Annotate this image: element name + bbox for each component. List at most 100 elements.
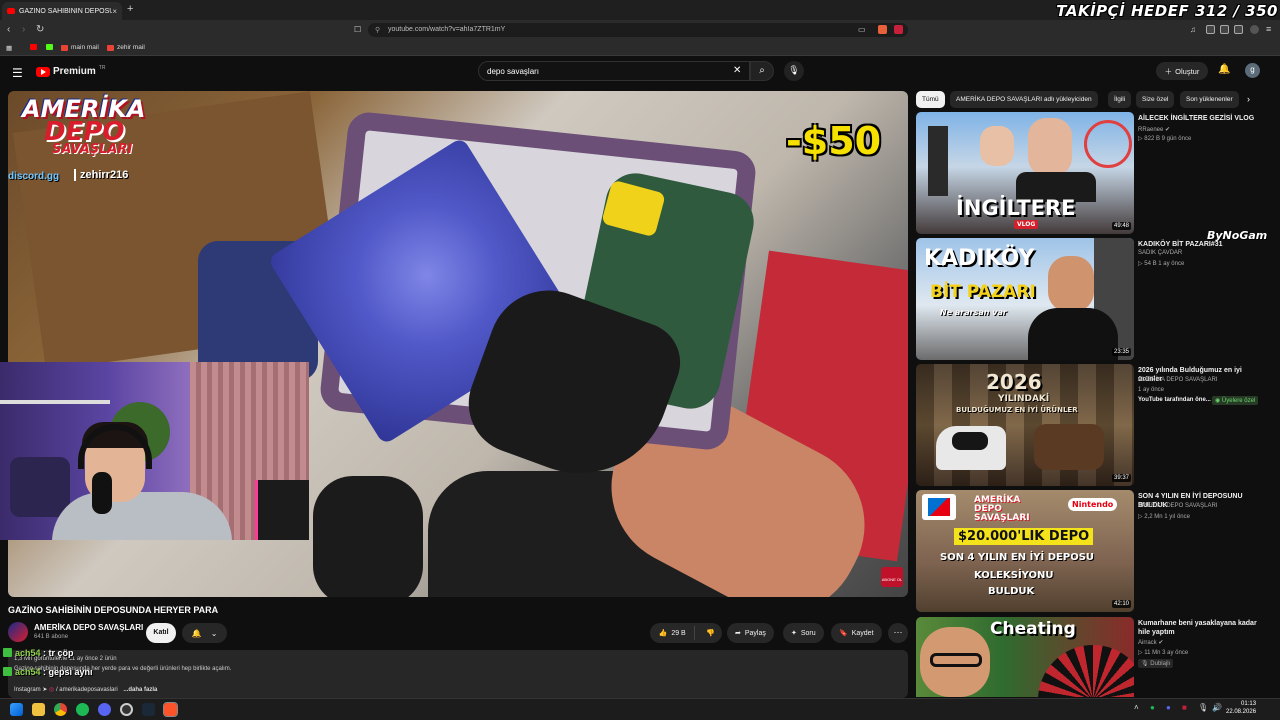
video-thumbnail[interactable]: AMERİKA DEPO SAVAŞLARI Nintendo $20.000'…	[916, 490, 1134, 612]
brave-browser-icon[interactable]	[163, 702, 178, 717]
spotify-icon[interactable]	[76, 703, 89, 716]
tray-discord-icon[interactable]: ●	[1166, 703, 1171, 712]
video-duration: 49:48	[1111, 222, 1131, 230]
tray-spotify-icon[interactable]: ●	[1150, 703, 1155, 712]
youtube-premium-logo[interactable]: Premium TR	[36, 65, 105, 77]
browser-menu-icon[interactable]: ≡	[1266, 24, 1271, 34]
rewards-icon[interactable]	[894, 25, 903, 34]
subscriber-count: 641 B abone	[34, 634, 69, 640]
video-thumbnail[interactable]: KADIKÖY BİT PAZARI Ne ararsan var 23:35	[916, 238, 1134, 360]
streamer-handle-overlay: zehirr216	[74, 169, 128, 181]
video-thumbnail[interactable]: İNGİLTERE VLOG 49:48	[916, 112, 1134, 234]
recommended-video[interactable]: 2026 YILINDAKİ BULDUĞUMUZ EN İYİ ÜRÜNLER…	[916, 364, 1266, 488]
chat-message: ach54 : gepsi aynı	[3, 667, 93, 677]
bookmark-zehir-mail[interactable]: zehir mail	[107, 44, 145, 51]
forward-icon[interactable]: ›	[22, 24, 25, 35]
video-thumbnail[interactable]: 2026 YILINDAKİ BULDUĞUMUZ EN İYİ ÜRÜNLER…	[916, 364, 1134, 486]
extensions-icon[interactable]	[1220, 25, 1229, 34]
video-title[interactable]: KADIKÖY BİT PAZARI#31	[1138, 240, 1266, 249]
voice-search-button[interactable]: 🎙	[784, 61, 804, 81]
more-actions-button[interactable]: ⋯	[888, 623, 908, 643]
show-more-link[interactable]: ...daha fazla	[123, 687, 157, 693]
tray-app-icon[interactable]: ■	[1182, 703, 1187, 712]
steam-icon[interactable]	[142, 703, 155, 716]
search-button[interactable]: ⌕	[750, 61, 774, 81]
media-icon[interactable]: ♫	[1190, 25, 1196, 34]
recommended-video[interactable]: AMERİKA DEPO SAVAŞLARI Nintendo $20.000'…	[916, 490, 1266, 614]
price-tag-overlay: -$50	[786, 119, 882, 163]
wallet-icon[interactable]	[1234, 25, 1243, 34]
channel-name[interactable]: SADIK ÇAVDAR	[1138, 250, 1182, 256]
chrome-icon[interactable]	[54, 703, 67, 716]
video-title: GAZİNO SAHİBİNİN DEPOSUNDA HERYER PARA	[8, 605, 219, 615]
dislike-button[interactable]: 👎	[699, 629, 722, 637]
video-thumbnail[interactable]: Cheating	[916, 617, 1134, 697]
bookmark-kick[interactable]	[46, 44, 53, 50]
sidebar-icon[interactable]	[1206, 25, 1215, 34]
address-bar[interactable]: ⚲ youtube.com/watch?v=ahIa7ZTR1mY	[368, 23, 908, 37]
like-button[interactable]: 👍 29 B	[650, 626, 696, 640]
create-button[interactable]: ＋ Oluştur	[1156, 62, 1208, 80]
channel-name[interactable]: RRaenee ✔	[1138, 126, 1170, 133]
search-input[interactable]: depo savaşları	[478, 61, 750, 81]
thumbs-down-icon: 👎	[706, 630, 716, 637]
account-avatar[interactable]: g	[1245, 63, 1260, 78]
recommended-video[interactable]: İNGİLTERE VLOG 49:48 AİLECEK İNGİLTERE G…	[916, 112, 1266, 236]
windows-start-icon[interactable]	[10, 703, 23, 716]
chip-all[interactable]: Tümü	[916, 91, 945, 108]
bookmark-youtube[interactable]	[30, 44, 37, 50]
youtube-header: ☰ Premium TR depo savaşları ✕ ⌕ 🎙 ＋ Oluşt…	[0, 57, 1280, 87]
brave-shield-icon[interactable]	[878, 25, 887, 34]
back-icon[interactable]: ‹	[7, 24, 10, 35]
instagram-icon: ◎	[49, 687, 55, 693]
recommended-video[interactable]: Cheating Kumarhane beni yasaklayana kada…	[916, 617, 1266, 697]
tab-close-icon[interactable]: ×	[112, 7, 117, 16]
chip-for-you[interactable]: Size özel	[1136, 91, 1175, 108]
chip-from-uploader[interactable]: AMERİKA DEPO SAVAŞLARI adlı yükleyiciden	[950, 91, 1098, 108]
chip-related[interactable]: İlgili	[1108, 91, 1132, 108]
ask-button[interactable]: ✦ Soru	[783, 623, 824, 643]
follower-goal-overlay: TAKİPÇİ HEDEF 312 / 350	[1056, 2, 1278, 20]
channel-name[interactable]: Airrack ✔	[1138, 639, 1163, 646]
video-title[interactable]: Kumarhane beni yasaklayana kadar hile ya…	[1138, 619, 1266, 637]
bookmark-icon: 🔖	[839, 630, 848, 637]
bookmark-star-icon[interactable]: ☐	[354, 25, 361, 34]
channel-name[interactable]: AMERİKA DEPO SAVAŞLARI	[34, 623, 143, 632]
channel-name[interactable]: AMERİKA DEPO SAVAŞLARI	[1138, 377, 1217, 383]
browser-tab[interactable]: GAZİNO SAHİBİNİN DEPOSUND ×	[2, 2, 122, 20]
vpn-icon[interactable]	[1250, 25, 1259, 34]
discord-icon[interactable]	[98, 703, 111, 716]
video-duration: 39:37	[1111, 474, 1131, 482]
hamburger-menu-icon[interactable]: ☰	[12, 66, 23, 80]
save-button[interactable]: 🔖 Kaydet	[831, 623, 882, 643]
chip-scroll-right-icon[interactable]: ›	[1247, 94, 1250, 104]
instagram-link[interactable]: / amerikadeposavaslari	[56, 687, 118, 693]
more-icon: ⋯	[893, 627, 903, 637]
subscription-notify-button[interactable]: 🔔 ⌄	[182, 623, 227, 643]
channel-name[interactable]: AMERİKA DEPO SAVAŞLARI	[1138, 503, 1217, 509]
channel-avatar[interactable]	[8, 622, 28, 642]
obs-icon[interactable]	[120, 703, 133, 716]
file-explorer-icon[interactable]	[32, 703, 45, 716]
bookmark-main-mail[interactable]: main mail	[61, 44, 99, 51]
share-button[interactable]: ➦ Paylaş	[727, 623, 774, 643]
new-tab-button[interactable]: +	[127, 3, 133, 15]
dubbed-badge: 🎙 Dublajlı	[1138, 659, 1174, 668]
subscribe-watermark[interactable]: ABONE OL	[881, 567, 903, 587]
recommended-video[interactable]: KADIKÖY BİT PAZARI Ne ararsan var 23:35 …	[916, 238, 1266, 362]
tray-chevron-icon[interactable]: ˄	[1134, 703, 1139, 712]
tray-mic-icon[interactable]: 🎙	[1198, 703, 1208, 712]
site-info-icon[interactable]: ⚲	[375, 26, 380, 34]
tray-volume-icon[interactable]: 🔊	[1212, 703, 1222, 712]
dubbed-icon: 🎙	[1141, 661, 1149, 667]
join-button[interactable]: Katıl	[146, 623, 176, 643]
chip-recent[interactable]: Son yüklenenler	[1180, 91, 1239, 108]
system-clock[interactable]: 01:13 22.08.2026	[1226, 701, 1256, 717]
clear-search-icon[interactable]: ✕	[733, 65, 741, 76]
cast-icon[interactable]: ▭	[858, 25, 866, 34]
video-title[interactable]: AİLECEK İNGİLTERE GEZİSİ VLOG	[1138, 114, 1266, 123]
reload-icon[interactable]: ↻	[36, 24, 44, 35]
notifications-bell-icon[interactable]: 🔔	[1218, 64, 1230, 75]
thumbs-up-icon: 👍	[658, 630, 668, 637]
apps-grid-icon[interactable]: ▦	[6, 44, 12, 52]
